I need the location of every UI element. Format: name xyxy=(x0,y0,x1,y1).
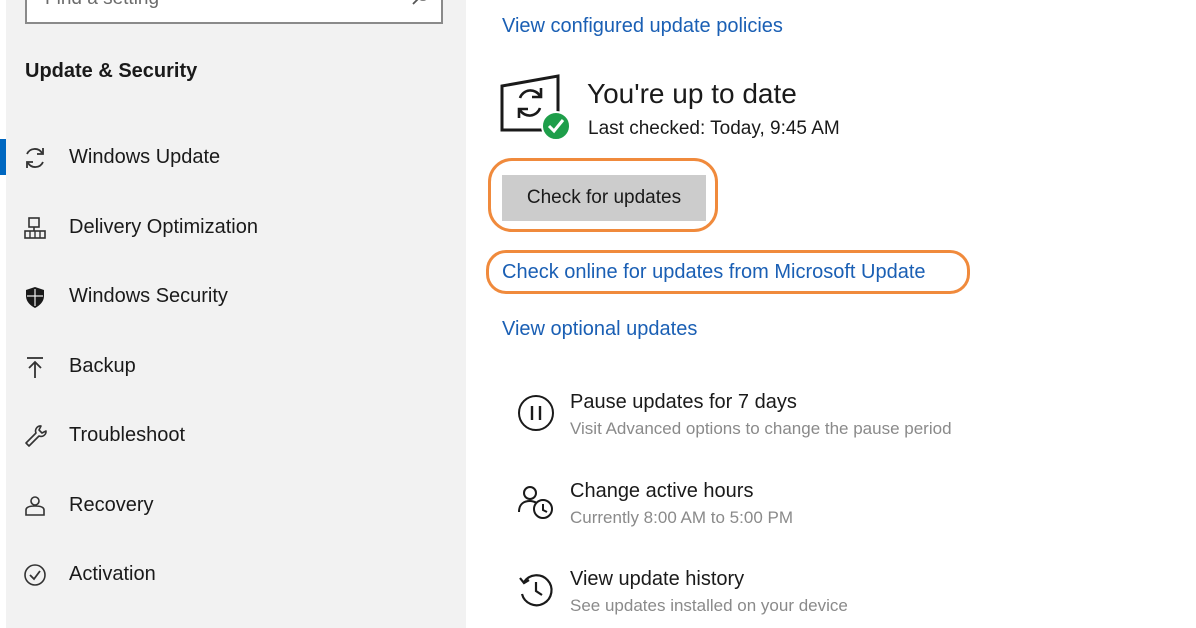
check-online-updates-link[interactable]: Check online for updates from Microsoft … xyxy=(502,261,926,284)
sync-icon xyxy=(26,148,44,168)
sidebar-item-activation[interactable]: Activation xyxy=(6,554,466,594)
shield-icon xyxy=(26,287,44,308)
option-subtitle: Currently 8:00 AM to 5:00 PM xyxy=(570,508,793,527)
check-for-updates-button[interactable]: Check for updates xyxy=(502,175,706,221)
search-box[interactable]: Find a setting xyxy=(25,0,443,24)
view-configured-policies-link[interactable]: View configured update policies xyxy=(502,15,783,38)
sidebar-item-label: Activation xyxy=(69,563,156,585)
sidebar-item-delivery-optimization[interactable]: Delivery Optimization xyxy=(6,207,466,247)
option-title: Pause updates for 7 days xyxy=(570,391,797,413)
view-update-history-option[interactable]: View update history See updates installe… xyxy=(466,568,1166,624)
history-icon xyxy=(519,574,553,607)
active-hours-icon xyxy=(518,486,553,519)
pause-icon xyxy=(518,395,554,431)
option-title: View update history xyxy=(570,568,745,590)
check-circle-icon xyxy=(24,564,46,586)
sidebar-item-troubleshoot[interactable]: Troubleshoot xyxy=(6,415,466,455)
settings-sidebar: Find a setting Update & Security Windows… xyxy=(0,0,466,628)
sidebar-item-backup[interactable]: Backup xyxy=(6,346,466,386)
view-optional-updates-link[interactable]: View optional updates xyxy=(502,318,697,341)
sidebar-item-label: Backup xyxy=(69,355,136,377)
status-title: You're up to date xyxy=(587,78,797,109)
option-title: Change active hours xyxy=(570,480,754,502)
search-icon[interactable] xyxy=(411,0,431,6)
sidebar-item-recovery[interactable]: Recovery xyxy=(6,485,466,525)
sidebar-item-label: Windows Security xyxy=(69,285,228,307)
backup-arrow-icon xyxy=(27,357,43,378)
windows-update-panel: View configured update policies You're u… xyxy=(466,0,1196,628)
last-checked-text: Last checked: Today, 9:45 AM xyxy=(588,118,840,139)
sidebar-item-label: Windows Update xyxy=(69,146,221,168)
update-status-icon xyxy=(500,74,571,141)
pause-updates-option[interactable]: Pause updates for 7 days Visit Advanced … xyxy=(466,391,1166,447)
recovery-icon xyxy=(25,496,45,516)
sidebar-item-label: Troubleshoot xyxy=(69,424,185,446)
wrench-icon xyxy=(25,425,47,447)
change-active-hours-option[interactable]: Change active hours Currently 8:00 AM to… xyxy=(466,480,1166,536)
sidebar-item-windows-update[interactable]: Windows Update xyxy=(0,137,466,177)
delivery-optimization-icon xyxy=(24,217,46,239)
sidebar-item-label: Delivery Optimization xyxy=(69,216,258,238)
option-subtitle: Visit Advanced options to change the pau… xyxy=(570,419,952,438)
sidebar-item-windows-security[interactable]: Windows Security xyxy=(6,276,466,316)
sidebar-item-label: Recovery xyxy=(69,494,154,516)
option-subtitle: See updates installed on your device xyxy=(570,596,848,615)
search-input[interactable]: Find a setting xyxy=(45,0,159,10)
section-title: Update & Security xyxy=(25,60,198,82)
